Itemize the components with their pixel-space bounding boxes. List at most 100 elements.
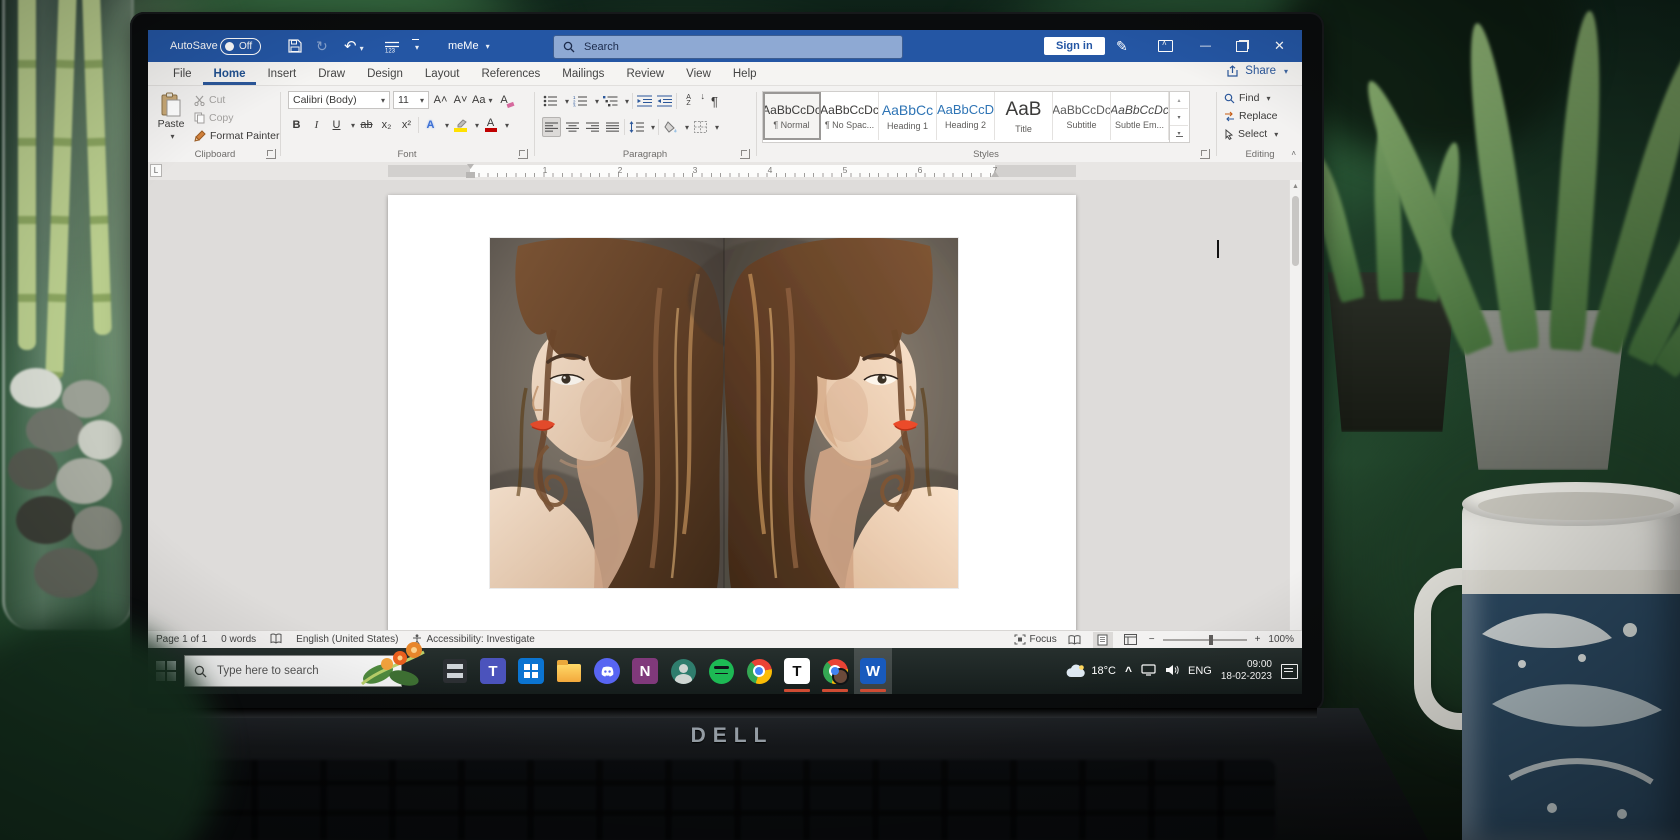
- zoom-slider[interactable]: [1162, 634, 1247, 645]
- grow-font-button[interactable]: A˄: [432, 91, 449, 109]
- taskbar-microsoft-store[interactable]: [512, 648, 550, 694]
- highlight-button[interactable]: [452, 116, 469, 134]
- taskbar-word[interactable]: W: [854, 648, 892, 694]
- font-name-combo[interactable]: Calibri (Body): [288, 91, 390, 109]
- customize-quick-access-button[interactable]: [412, 30, 420, 62]
- undo-button[interactable]: ↶: [344, 30, 364, 62]
- increase-indent-button[interactable]: [656, 92, 673, 110]
- ink-pen-button[interactable]: ✎: [1116, 30, 1128, 62]
- shrink-font-button[interactable]: A˅: [452, 91, 469, 109]
- cut-button[interactable]: Cut: [194, 94, 225, 106]
- text-effects-button[interactable]: A: [422, 116, 439, 134]
- tab-references[interactable]: References: [470, 62, 551, 85]
- weather-widget[interactable]: 18°C: [1066, 664, 1116, 678]
- tab-draw[interactable]: Draw: [307, 62, 356, 85]
- tab-mailings[interactable]: Mailings: [551, 62, 615, 85]
- change-case-button[interactable]: Aa: [472, 91, 492, 109]
- styles-more-button[interactable]: ▾: [1170, 126, 1188, 142]
- tray-clock[interactable]: 09:00 18-02-2023: [1221, 659, 1272, 683]
- scrollbar-thumb[interactable]: [1292, 196, 1299, 266]
- bold-button[interactable]: B: [288, 116, 305, 134]
- tab-selector[interactable]: L: [150, 164, 162, 177]
- document-picture-mirrored-portrait[interactable]: [490, 238, 958, 588]
- display-device-button[interactable]: [1141, 663, 1156, 679]
- font-color-dropdown-icon[interactable]: [502, 119, 509, 131]
- tab-design[interactable]: Design: [356, 62, 414, 85]
- action-center-button[interactable]: [1281, 663, 1298, 679]
- justify-button[interactable]: [604, 118, 621, 136]
- shading-button[interactable]: [662, 118, 679, 136]
- volume-button[interactable]: [1165, 664, 1179, 679]
- select-button[interactable]: Select: [1224, 128, 1278, 140]
- line-spacing-button[interactable]: [628, 118, 645, 136]
- highlight-dropdown-icon[interactable]: [472, 119, 479, 131]
- numbering-button[interactable]: 123: [572, 92, 589, 110]
- collapse-ribbon-button[interactable]: ˄: [1291, 149, 1296, 158]
- word-count[interactable]: 0 words: [221, 634, 256, 645]
- undo-dropdown-icon[interactable]: [357, 38, 364, 55]
- maximize-button[interactable]: [1236, 30, 1248, 62]
- clear-formatting-button[interactable]: A: [495, 91, 515, 109]
- laptop-keyboard[interactable]: [189, 760, 1275, 840]
- multilevel-dropdown-icon[interactable]: [622, 95, 629, 107]
- subscript-button[interactable]: x₂: [378, 116, 395, 134]
- autosave-toggle[interactable]: Off: [220, 37, 262, 55]
- taskbar-teams[interactable]: T: [474, 648, 512, 694]
- replace-button[interactable]: Replace: [1224, 110, 1278, 122]
- tray-expand-button[interactable]: ^: [1125, 664, 1132, 678]
- style-subtle-emphasis[interactable]: AaBbCcDc Subtle Em...: [1111, 92, 1169, 140]
- show-paragraph-marks-button[interactable]: ¶: [706, 92, 723, 110]
- document-title[interactable]: meMe: [448, 30, 490, 62]
- numbering-dropdown-icon[interactable]: [592, 95, 599, 107]
- sort-button[interactable]: A Z ↓: [680, 92, 705, 110]
- style-heading2[interactable]: AaBbCcD Heading 2: [937, 92, 995, 140]
- taskbar-spotify[interactable]: [702, 648, 740, 694]
- zoom-level[interactable]: 100%: [1268, 634, 1294, 645]
- taskbar-people[interactable]: [664, 648, 702, 694]
- paste-button[interactable]: Paste: [154, 92, 188, 142]
- decrease-indent-button[interactable]: [636, 92, 653, 110]
- close-button[interactable]: ✕: [1274, 30, 1285, 62]
- proofing-button[interactable]: [270, 633, 282, 647]
- clipboard-dialog-launcher[interactable]: [266, 149, 276, 159]
- sign-in-button[interactable]: Sign in: [1044, 37, 1105, 55]
- tab-review[interactable]: Review: [615, 62, 675, 85]
- style-normal[interactable]: AaBbCcDc ¶ Normal: [763, 92, 821, 140]
- style-subtitle[interactable]: AaBbCcDc Subtitle: [1053, 92, 1111, 140]
- underline-button[interactable]: U: [328, 116, 345, 134]
- underline-dropdown-icon[interactable]: [348, 119, 355, 131]
- left-indent-marker[interactable]: [466, 172, 475, 178]
- italic-button[interactable]: I: [308, 116, 325, 134]
- font-size-combo[interactable]: 11: [393, 91, 429, 109]
- format-painter-button[interactable]: Format Painter: [194, 130, 279, 142]
- web-layout-button[interactable]: [1121, 632, 1141, 648]
- taskbar-chrome-profile[interactable]: [816, 648, 854, 694]
- focus-button[interactable]: Focus: [1014, 634, 1057, 645]
- ribbon-display-options-button[interactable]: [1158, 30, 1173, 62]
- share-button[interactable]: Share: [1227, 65, 1288, 77]
- bullets-button[interactable]: [542, 92, 559, 110]
- language-indicator[interactable]: ENG: [1188, 665, 1212, 677]
- superscript-button[interactable]: x²: [398, 116, 415, 134]
- taskbar-discord[interactable]: [588, 648, 626, 694]
- minimize-button[interactable]: —: [1200, 30, 1211, 62]
- tab-view[interactable]: View: [675, 62, 722, 85]
- copy-button[interactable]: Copy: [194, 112, 234, 124]
- zoom-slider-thumb[interactable]: [1208, 634, 1213, 645]
- text-effects-dropdown-icon[interactable]: [442, 119, 449, 131]
- paste-dropdown-icon[interactable]: [167, 130, 174, 142]
- paragraph-dialog-launcher[interactable]: [740, 149, 750, 159]
- taskbar-t-app[interactable]: T: [778, 648, 816, 694]
- shading-dropdown-icon[interactable]: [682, 121, 689, 133]
- tab-home[interactable]: Home: [203, 62, 257, 85]
- styles-scroll-up-button[interactable]: ▴: [1170, 92, 1188, 108]
- borders-button[interactable]: [692, 118, 709, 136]
- document-page[interactable]: [388, 195, 1219, 630]
- taskbar-file-explorer[interactable]: [550, 648, 588, 694]
- align-left-button[interactable]: [542, 117, 561, 137]
- read-mode-button[interactable]: [1065, 632, 1085, 648]
- multilevel-list-button[interactable]: [602, 92, 619, 110]
- strikethrough-button[interactable]: ab: [358, 116, 375, 134]
- bullets-dropdown-icon[interactable]: [562, 95, 569, 107]
- zoom-in-button[interactable]: +: [1255, 634, 1261, 645]
